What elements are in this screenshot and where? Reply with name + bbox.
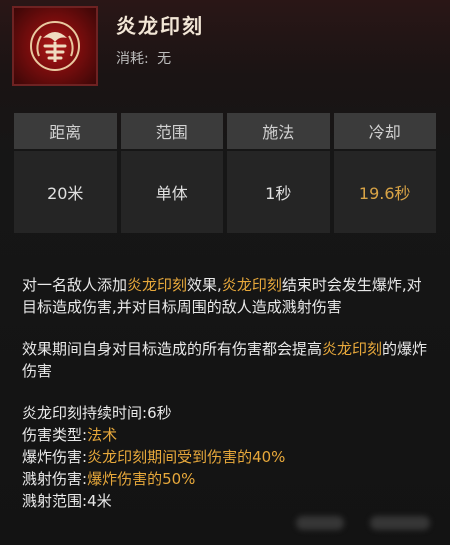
skill-name: 炎龙印刻 — [116, 14, 204, 38]
attr-splash-damage: 溅射伤害:爆炸伤害的50% — [22, 468, 432, 490]
attr-damage-type: 伤害类型:法术 — [22, 424, 432, 446]
attr-splash-range: 溅射范围:4米 — [22, 490, 432, 512]
description-paragraph-2: 效果期间自身对目标造成的所有伤害都会提高炎龙印刻的爆炸伤害 — [22, 338, 432, 382]
stat-value-area: 单体 — [120, 151, 223, 233]
desc-text: 对一名敌人添加 — [22, 276, 128, 294]
attr-key: 溅射伤害: — [22, 470, 88, 488]
desc-keyword: 炎龙印刻 — [127, 276, 188, 294]
stat-value-range: 20米 — [14, 151, 117, 233]
attr-key: 炎龙印刻持续时间: — [22, 404, 148, 422]
dragon-seal-icon — [12, 6, 98, 86]
skill-tooltip-panel: 炎龙印刻 消耗: 无 距离 范围 施法 冷却 20米 单体 1秒 19.6秒 对… — [0, 0, 450, 545]
attr-duration: 炎龙印刻持续时间:6秒 — [22, 402, 432, 424]
stat-header-cast: 施法 — [227, 113, 330, 149]
skill-stats-table: 距离 范围 施法 冷却 20米 单体 1秒 19.6秒 — [14, 113, 436, 233]
stat-value-cooldown: 19.6秒 — [333, 151, 436, 233]
desc-text: 效果, — [187, 276, 222, 294]
skill-header: 炎龙印刻 消耗: 无 — [12, 6, 442, 94]
attr-value: 6秒 — [147, 404, 172, 422]
stat-header-cooldown: 冷却 — [333, 113, 436, 149]
stat-header-area: 范围 — [120, 113, 223, 149]
attr-key: 溅射范围: — [22, 492, 88, 510]
cost-value: 无 — [157, 51, 172, 67]
attr-explosion-damage: 爆炸伤害:炎龙印刻期间受到伤害的40% — [22, 446, 432, 468]
description-paragraph-1: 对一名敌人添加炎龙印刻效果,炎龙印刻结束时会发生爆炸,对目标造成伤害,并对目标周… — [22, 274, 432, 318]
attr-value: 4米 — [87, 492, 112, 510]
desc-keyword: 炎龙印刻 — [221, 276, 282, 294]
attr-value: 爆炸伤害的50% — [87, 470, 196, 488]
attr-key: 伤害类型: — [22, 426, 88, 444]
attr-value: 法术 — [87, 426, 118, 444]
stat-value-cast: 1秒 — [227, 151, 330, 233]
attr-key: 爆炸伤害: — [22, 448, 88, 466]
desc-text: 效果期间自身对目标造成的所有伤害都会提高 — [22, 340, 323, 358]
skill-description: 对一名敌人添加炎龙印刻效果,炎龙印刻结束时会发生爆炸,对目标造成伤害,并对目标周… — [22, 274, 432, 512]
cost-label: 消耗: — [116, 51, 149, 67]
attr-value: 炎龙印刻期间受到伤害的40% — [87, 448, 286, 466]
blurred-watermark — [370, 516, 430, 530]
stat-header-range: 距离 — [14, 113, 117, 149]
skill-cost: 消耗: 无 — [116, 48, 171, 68]
desc-keyword: 炎龙印刻 — [322, 340, 383, 358]
blurred-watermark — [296, 516, 344, 530]
